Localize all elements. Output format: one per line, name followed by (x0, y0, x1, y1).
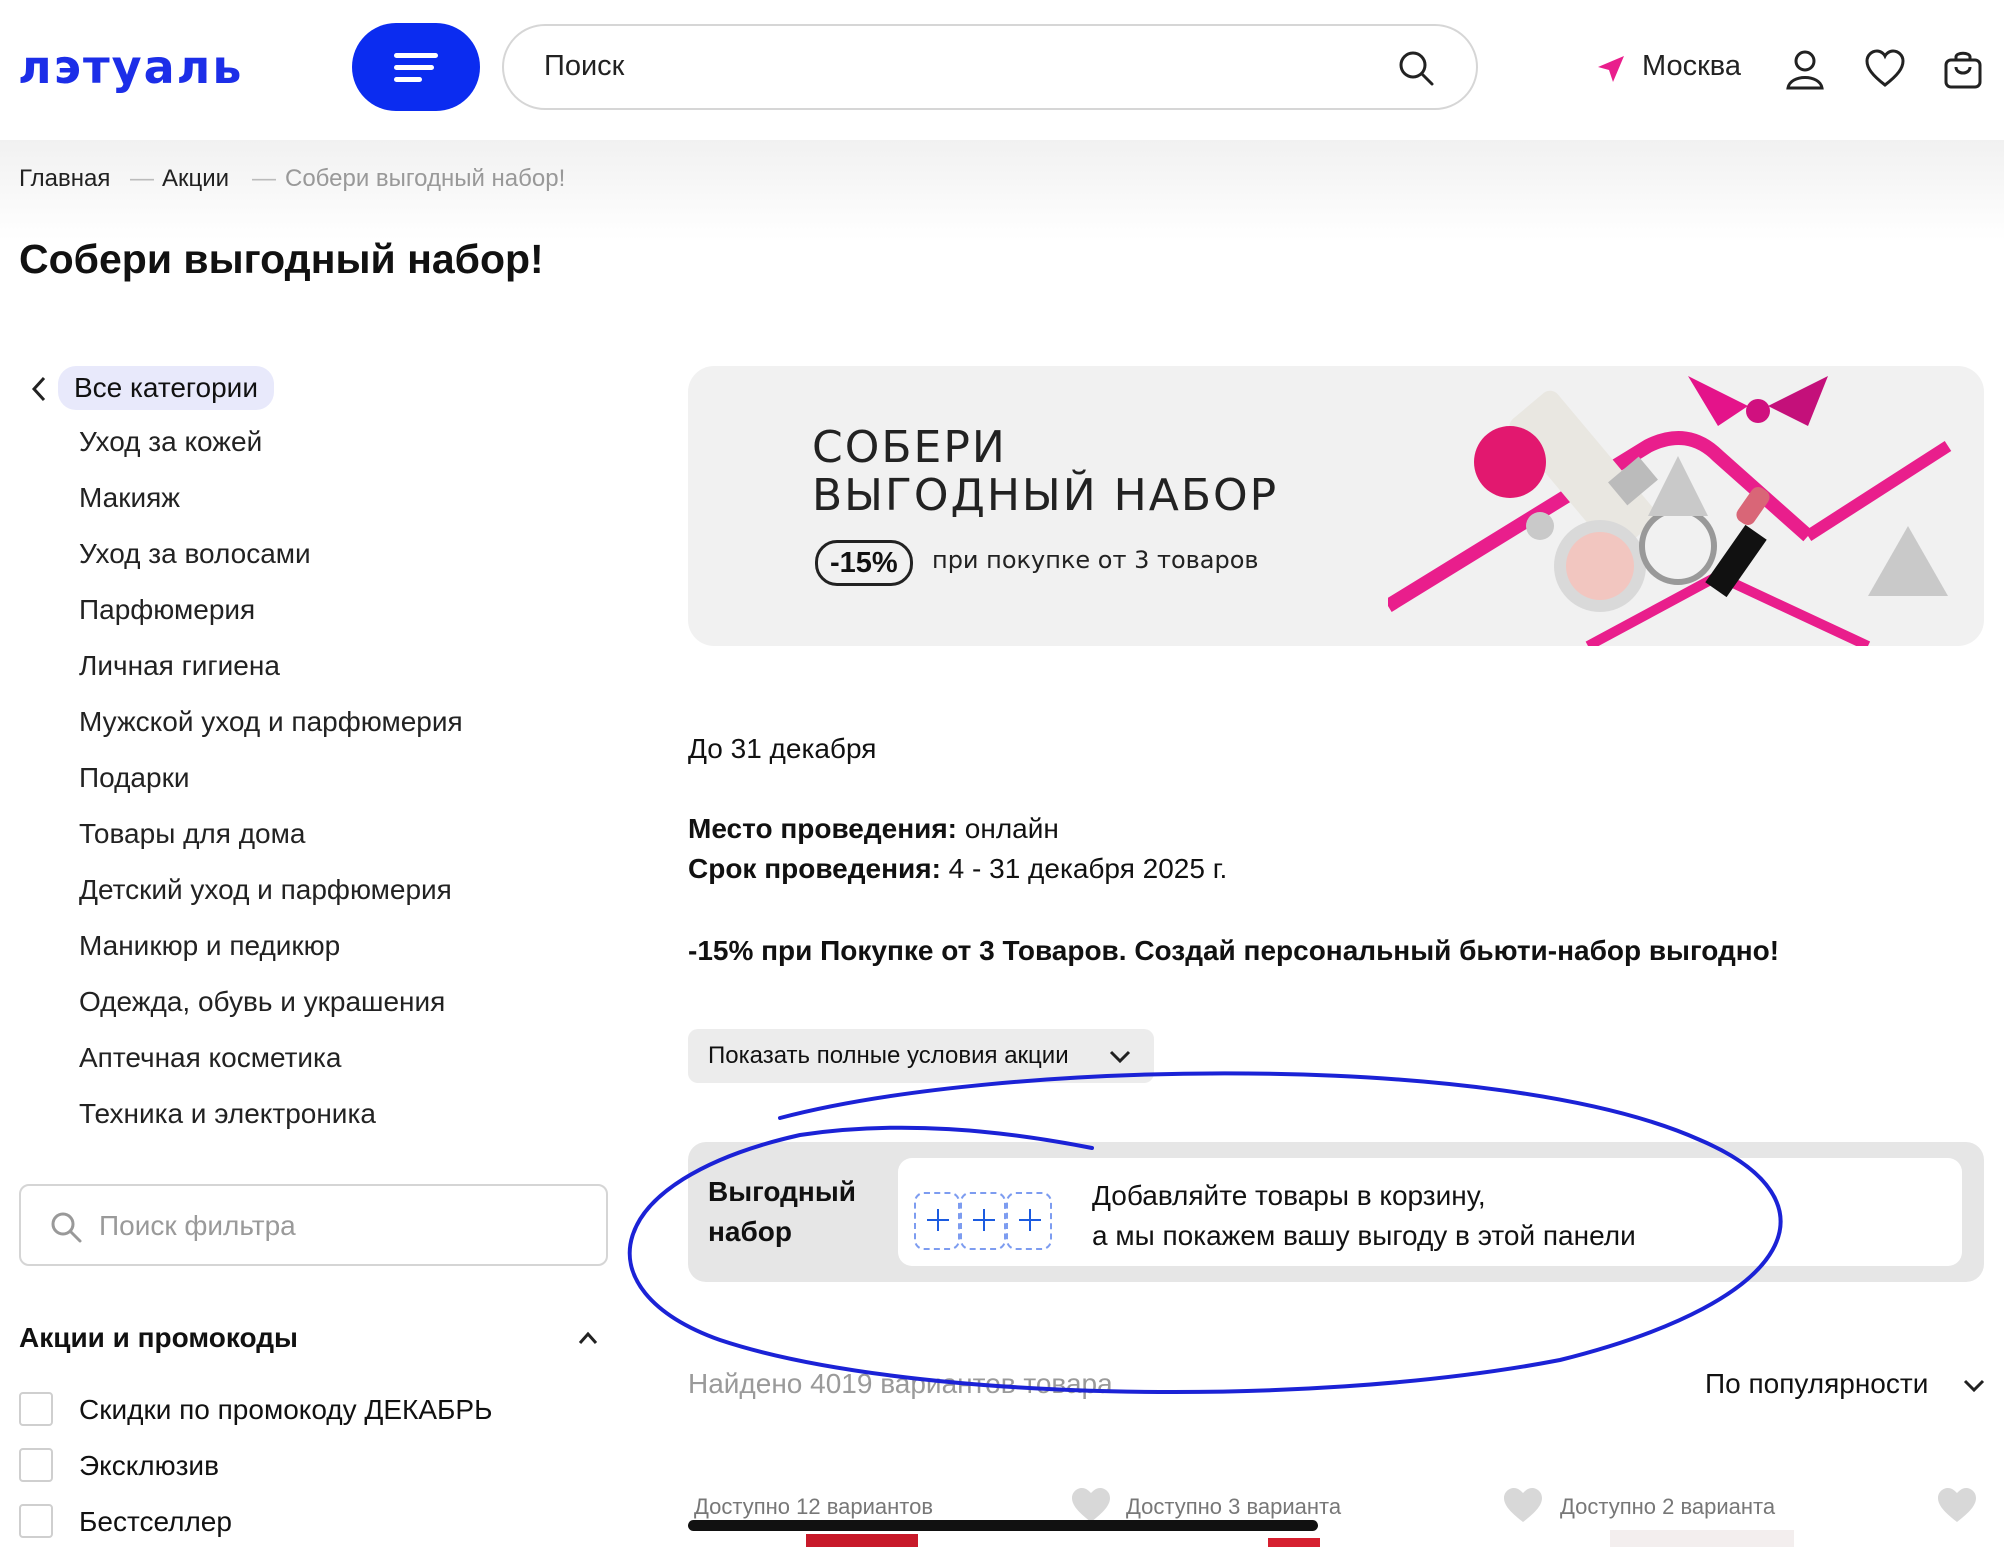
show-conditions-button[interactable]: Показать полные условия акции (688, 1029, 1154, 1083)
favorite-heart-icon[interactable] (1070, 1486, 1112, 1524)
chevron-up-icon[interactable] (576, 1328, 600, 1348)
profile-icon[interactable] (1784, 48, 1826, 90)
promo-checkbox[interactable] (19, 1392, 53, 1426)
search-icon (51, 1212, 82, 1243)
sidebar-category[interactable]: Детский уход и парфюмерия (79, 874, 452, 906)
banner-discount-badge: -15% (815, 540, 913, 586)
location-icon[interactable] (1596, 54, 1626, 84)
promo-headline: -15% при Покупке от 3 Товаров. Создай пе… (688, 935, 1780, 966)
promo-checkbox[interactable] (19, 1504, 53, 1538)
promo-place: Место проведения: онлайн (688, 813, 1059, 845)
chevron-down-icon[interactable] (1962, 1376, 1986, 1396)
benefit-panel-text-line1: Добавляйте товары в корзину, (1092, 1180, 1486, 1211)
chevron-left-icon[interactable] (28, 374, 50, 404)
banner-title-line2: ВЫГОДНЫЙ НАБОР (812, 470, 1279, 521)
logo[interactable]: лэтуаль (18, 40, 243, 94)
catalog-menu-button[interactable] (352, 23, 480, 111)
search-bar[interactable]: Поиск (502, 24, 1478, 110)
city-selector[interactable]: Москва (1642, 50, 1741, 83)
sidebar-category[interactable]: Уход за кожей (79, 426, 262, 458)
all-categories-link[interactable]: Все категории (58, 366, 274, 410)
sidebar-category[interactable]: Одежда, обувь и украшения (79, 986, 445, 1018)
favorite-heart-icon[interactable] (1502, 1486, 1544, 1524)
product-image-top (806, 1534, 918, 1547)
search-icon[interactable] (1396, 48, 1436, 88)
promo-section-title[interactable]: Акции и промокоды (19, 1322, 298, 1354)
breadcrumb-promotions[interactable]: Акции (162, 165, 229, 193)
breadcrumb-home[interactable]: Главная (19, 165, 110, 193)
promo-place-label: Место проведения: (688, 813, 957, 844)
cart-icon[interactable] (1942, 48, 1984, 90)
banner-title-line1: СОБЕРИ (812, 422, 1007, 473)
promo-option-label[interactable]: Бестселлер (79, 1506, 232, 1538)
sidebar-category[interactable]: Парфюмерия (79, 594, 255, 626)
sort-dropdown[interactable]: По популярности (1705, 1368, 1928, 1400)
banner-cosmetics-illustration (1388, 376, 1952, 646)
sidebar-category[interactable]: Маникюр и педикюр (79, 930, 340, 962)
sidebar-category[interactable]: Товары для дома (79, 818, 305, 850)
benefit-panel-text-line2: а мы покажем вашу выгоду в этой панели (1092, 1220, 1636, 1251)
sidebar-category[interactable]: Макияж (79, 482, 180, 514)
promo-until: До 31 декабря (688, 733, 877, 764)
favorite-heart-icon[interactable] (1936, 1486, 1978, 1524)
banner-subtitle: при покупке от 3 товаров (932, 546, 1259, 574)
search-input[interactable]: Поиск (544, 50, 624, 83)
page-title: Собери выгодный набор! (19, 236, 544, 282)
sidebar-category[interactable]: Мужской уход и парфюмерия (79, 706, 463, 738)
benefit-panel-content: Добавляйте товары в корзину, а мы покаже… (898, 1158, 1962, 1266)
show-conditions-label: Показать полные условия акции (708, 1042, 1069, 1069)
promo-option-label[interactable]: Скидки по промокоду ДЕКАБРЬ (79, 1394, 492, 1426)
product-availability: Доступно 3 варианта (1126, 1494, 1342, 1519)
sidebar-category[interactable]: Уход за волосами (79, 538, 311, 570)
filter-search-input[interactable]: Поиск фильтра (99, 1210, 296, 1242)
benefit-panel-text: Добавляйте товары в корзину, а мы покаже… (1092, 1176, 1636, 1256)
favorites-icon[interactable] (1864, 48, 1906, 90)
chevron-down-icon (1109, 1050, 1131, 1064)
results-count: Найдено 4019 вариантов товара (688, 1368, 1113, 1399)
breadcrumb-current: Собери выгодный набор! (285, 165, 566, 192)
empty-slot-plus-icon (914, 1192, 960, 1250)
promo-place-value: онлайн (964, 813, 1059, 844)
scroll-indicator[interactable] (688, 1520, 1318, 1531)
benefit-panel: Выгодный набор Добавляйте товары в корзи… (688, 1142, 1984, 1282)
breadcrumb-separator: — (130, 165, 154, 192)
benefit-panel-title-line1: Выгодный (708, 1176, 856, 1207)
promo-period-value: 4 - 31 декабря 2025 г. (948, 853, 1228, 884)
promo-banner[interactable]: СОБЕРИ ВЫГОДНЫЙ НАБОР -15% при покупке о… (688, 366, 1984, 646)
filter-search-field[interactable]: Поиск фильтра (19, 1184, 608, 1266)
product-image-top (1268, 1538, 1320, 1547)
sidebar-category[interactable]: Аптечная косметика (79, 1042, 342, 1074)
promo-option-label[interactable]: Эксклюзив (79, 1450, 219, 1482)
promo-checkbox[interactable] (19, 1448, 53, 1482)
breadcrumb-separator: — (252, 165, 276, 192)
promo-period-label: Срок проведения: (688, 853, 941, 884)
benefit-panel-title: Выгодный набор (708, 1172, 856, 1252)
empty-slot-plus-icon (1006, 1192, 1052, 1250)
sidebar-category[interactable]: Подарки (79, 762, 189, 794)
empty-slot-plus-icon (960, 1192, 1006, 1250)
product-availability: Доступно 2 варианта (1560, 1494, 1776, 1519)
benefit-panel-title-line2: набор (708, 1216, 792, 1247)
product-image-top (1610, 1530, 1794, 1547)
sidebar-category[interactable]: Техника и электроника (79, 1098, 376, 1130)
promo-period: Срок проведения: 4 - 31 декабря 2025 г. (688, 853, 1227, 885)
sidebar-category[interactable]: Личная гигиена (79, 650, 280, 682)
product-availability: Доступно 12 вариантов (694, 1494, 934, 1519)
